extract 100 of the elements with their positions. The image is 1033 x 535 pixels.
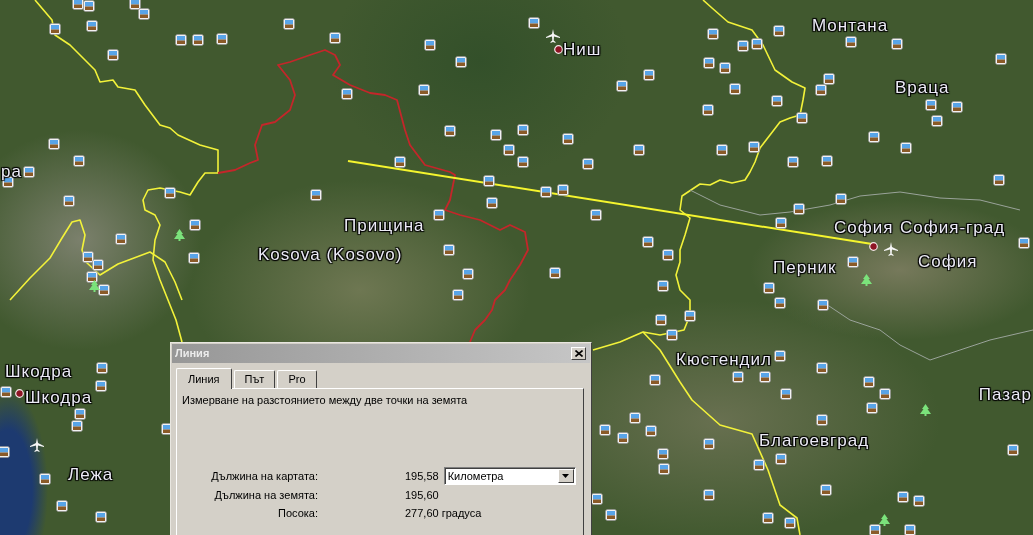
photo-icon[interactable] (684, 310, 696, 322)
photo-icon[interactable] (486, 197, 498, 209)
photo-icon[interactable] (868, 131, 880, 143)
photo-icon[interactable] (1018, 237, 1030, 249)
photo-icon[interactable] (796, 112, 808, 124)
photo-icon[interactable] (192, 34, 204, 46)
photo-icon[interactable] (913, 495, 925, 507)
photo-icon[interactable] (562, 133, 574, 145)
photo-icon[interactable] (655, 314, 667, 326)
photo-icon[interactable] (517, 124, 529, 136)
photo-icon[interactable] (341, 88, 353, 100)
photo-icon[interactable] (503, 144, 515, 156)
photo-icon[interactable] (763, 282, 775, 294)
tree-icon[interactable] (173, 229, 185, 241)
city-dot-icon[interactable] (553, 44, 563, 54)
photo-icon[interactable] (107, 49, 119, 61)
photo-icon[interactable] (866, 402, 878, 414)
tree-icon[interactable] (88, 280, 100, 292)
airplane-icon[interactable] (30, 438, 44, 452)
photo-icon[interactable] (49, 23, 61, 35)
photo-icon[interactable] (793, 203, 805, 215)
photo-icon[interactable] (95, 380, 107, 392)
photo-icon[interactable] (751, 38, 763, 50)
photo-icon[interactable] (444, 125, 456, 137)
airplane-icon[interactable] (884, 242, 898, 256)
tree-icon[interactable] (878, 514, 890, 526)
photo-icon[interactable] (283, 18, 295, 30)
photo-icon[interactable] (71, 420, 83, 432)
photo-icon[interactable] (188, 252, 200, 264)
photo-icon[interactable] (737, 40, 749, 52)
photo-icon[interactable] (310, 189, 322, 201)
photo-icon[interactable] (845, 36, 857, 48)
photo-icon[interactable] (835, 193, 847, 205)
tree-icon[interactable] (919, 404, 931, 416)
photo-icon[interactable] (787, 156, 799, 168)
photo-icon[interactable] (821, 155, 833, 167)
photo-icon[interactable] (662, 249, 674, 261)
photo-icon[interactable] (0, 386, 12, 398)
photo-icon[interactable] (39, 473, 51, 485)
photo-icon[interactable] (666, 329, 678, 341)
city-dot-icon[interactable] (868, 241, 878, 251)
unit-dropdown[interactable]: Километра (443, 467, 576, 485)
photo-icon[interactable] (995, 53, 1007, 65)
photo-icon[interactable] (1007, 444, 1019, 456)
photo-icon[interactable] (86, 20, 98, 32)
photo-icon[interactable] (702, 104, 714, 116)
tab[interactable]: Път (233, 370, 276, 388)
photo-icon[interactable] (863, 376, 875, 388)
photo-icon[interactable] (773, 25, 785, 37)
photo-icon[interactable] (716, 144, 728, 156)
photo-icon[interactable] (703, 57, 715, 69)
photo-icon[interactable] (729, 83, 741, 95)
photo-icon[interactable] (164, 187, 176, 199)
photo-icon[interactable] (424, 39, 436, 51)
photo-icon[interactable] (95, 511, 107, 523)
photo-icon[interactable] (931, 115, 943, 127)
photo-icon[interactable] (993, 174, 1005, 186)
photo-icon[interactable] (897, 491, 909, 503)
airplane-icon[interactable] (546, 29, 560, 43)
photo-icon[interactable] (540, 186, 552, 198)
photo-icon[interactable] (774, 297, 786, 309)
photo-icon[interactable] (483, 175, 495, 187)
city-dot-icon[interactable] (14, 388, 24, 398)
photo-icon[interactable] (455, 56, 467, 68)
photo-icon[interactable] (48, 138, 60, 150)
photo-icon[interactable] (175, 34, 187, 46)
photo-icon[interactable] (433, 209, 445, 221)
photo-icon[interactable] (900, 142, 912, 154)
tree-icon[interactable] (860, 274, 872, 286)
photo-icon[interactable] (216, 33, 228, 45)
photo-icon[interactable] (329, 32, 341, 44)
photo-icon[interactable] (189, 219, 201, 231)
photo-icon[interactable] (590, 209, 602, 221)
photo-icon[interactable] (951, 101, 963, 113)
dropdown-button[interactable] (557, 469, 574, 483)
photo-icon[interactable] (605, 509, 617, 521)
photo-icon[interactable] (96, 362, 108, 374)
photo-icon[interactable] (707, 28, 719, 40)
photo-icon[interactable] (657, 280, 669, 292)
photo-icon[interactable] (642, 236, 654, 248)
photo-icon[interactable] (582, 158, 594, 170)
photo-icon[interactable] (490, 129, 502, 141)
photo-icon[interactable] (528, 17, 540, 29)
photo-icon[interactable] (616, 80, 628, 92)
tab[interactable]: Линия (176, 368, 232, 389)
photo-icon[interactable] (643, 69, 655, 81)
photo-icon[interactable] (74, 408, 86, 420)
tab[interactable]: Pro (277, 370, 317, 388)
photo-icon[interactable] (719, 62, 731, 74)
photo-icon[interactable] (771, 95, 783, 107)
photo-icon[interactable] (820, 484, 832, 496)
photo-icon[interactable] (633, 144, 645, 156)
photo-icon[interactable] (879, 388, 891, 400)
close-button[interactable] (571, 347, 586, 360)
photo-icon[interactable] (517, 156, 529, 168)
photo-icon[interactable] (56, 500, 68, 512)
photo-icon[interactable] (418, 84, 430, 96)
photo-icon[interactable] (549, 267, 561, 279)
photo-icon[interactable] (925, 99, 937, 111)
photo-icon[interactable] (762, 512, 774, 524)
